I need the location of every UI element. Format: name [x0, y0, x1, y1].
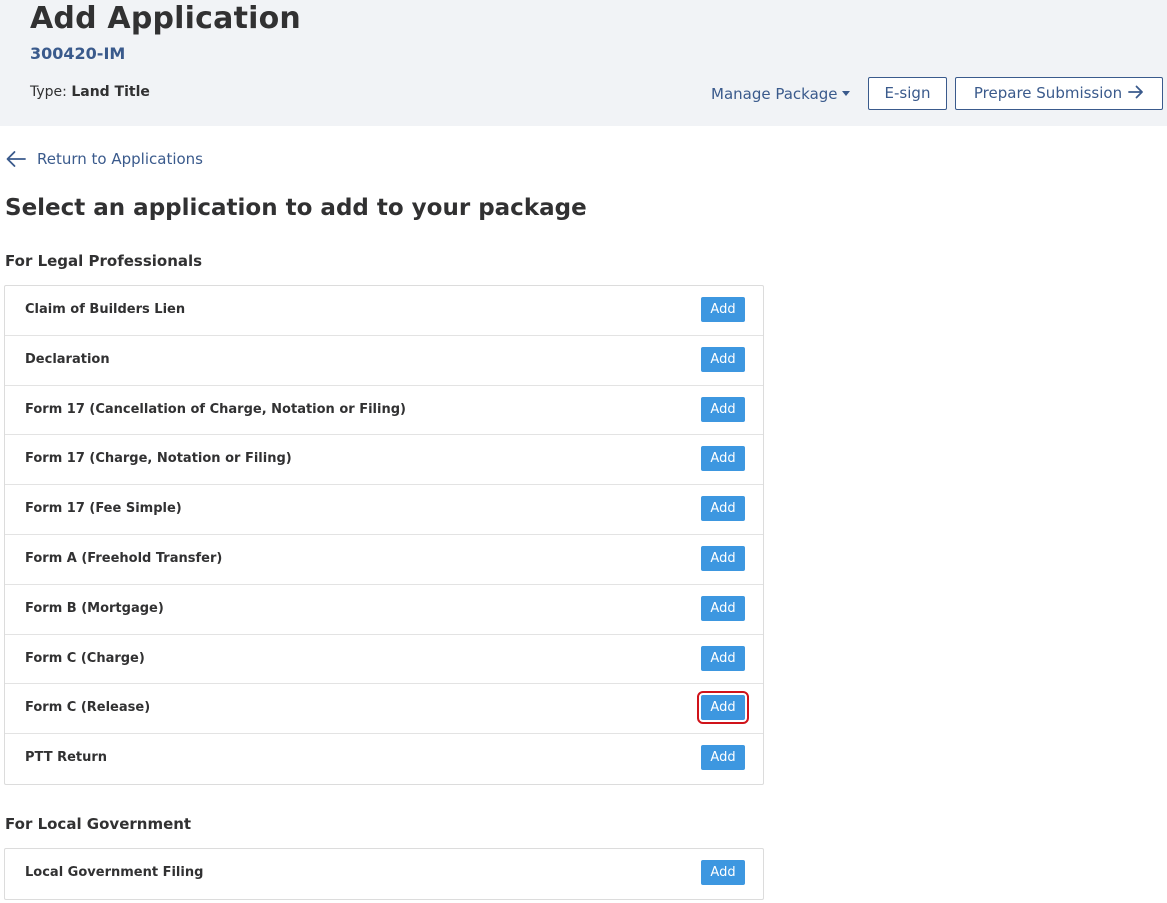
list-item: Declaration Add — [5, 336, 763, 386]
prepare-submission-label: Prepare Submission — [973, 84, 1123, 102]
application-name: Form 17 (Charge, Notation or Filing) — [25, 451, 292, 467]
add-button[interactable]: Add — [701, 496, 745, 522]
add-button[interactable]: Add — [701, 446, 745, 472]
list-item: Form 17 (Charge, Notation or Filing) Add — [5, 435, 763, 486]
list-item: PTT Return Add — [5, 734, 763, 784]
group-title-local-government: For Local Government — [5, 815, 192, 833]
page-title: Add Application — [30, 1, 301, 36]
caret-down-icon — [841, 91, 850, 96]
application-name: PTT Return — [25, 750, 108, 766]
list-item: Form C (Release) Add — [5, 684, 763, 735]
application-name: Form C (Charge) — [25, 650, 145, 666]
add-button-form-c-release[interactable]: Add — [697, 691, 749, 725]
application-name: Declaration — [25, 351, 110, 367]
application-name: Claim of Builders Lien — [25, 302, 186, 317]
add-button[interactable]: Add — [701, 860, 745, 885]
list-item: Form 17 (Cancellation of Charge, Notatio… — [5, 386, 763, 436]
arrow-left-icon — [6, 151, 26, 167]
add-button[interactable]: Add — [701, 346, 745, 372]
list-item: Form A (Freehold Transfer) Add — [5, 535, 763, 585]
add-button[interactable]: Add — [701, 396, 745, 422]
list-item: Claim of Builders Lien Add — [5, 286, 763, 336]
type-value: Land Title — [71, 84, 150, 100]
return-label: Return to Applications — [37, 150, 203, 168]
legal-professionals-list: Claim of Builders Lien Add Declaration A… — [4, 285, 764, 785]
prepare-submission-button[interactable]: Prepare Submission — [955, 77, 1163, 110]
add-button[interactable]: Add — [701, 645, 745, 671]
esign-button[interactable]: E-sign — [868, 77, 947, 110]
application-type: Type: Land Title — [30, 82, 150, 102]
add-button[interactable]: Add — [701, 745, 745, 771]
application-name: Form 17 (Fee Simple) — [25, 501, 182, 517]
application-name: Form B (Mortgage) — [25, 600, 164, 616]
type-label: Type: — [30, 84, 67, 100]
application-name: Form C (Release) — [25, 700, 151, 716]
application-name: Local Government Filing — [25, 865, 204, 880]
application-name: Form A (Freehold Transfer) — [25, 550, 223, 566]
application-id: 300420-IM — [30, 44, 126, 63]
section-heading: Select an application to add to your pac… — [5, 195, 587, 221]
list-item: Form 17 (Fee Simple) Add — [5, 485, 763, 535]
esign-label: E-sign — [884, 84, 931, 102]
local-government-list: Local Government Filing Add — [4, 848, 764, 900]
add-button[interactable]: Add — [701, 595, 745, 621]
list-item: Form C (Charge) Add — [5, 635, 763, 685]
arrow-right-icon — [1128, 85, 1144, 99]
manage-package-label: Manage Package — [711, 85, 838, 103]
page-header: Add Application 300420-IM Type: Land Tit… — [0, 0, 1167, 126]
list-item: Form B (Mortgage) Add — [5, 585, 763, 635]
group-title-legal-professionals: For Legal Professionals — [5, 252, 203, 270]
application-name: Form 17 (Cancellation of Charge, Notatio… — [25, 401, 406, 417]
list-item: Local Government Filing Add — [5, 849, 763, 899]
add-button[interactable]: Add — [701, 297, 745, 322]
add-button[interactable]: Add — [701, 545, 745, 571]
manage-package-dropdown[interactable]: Manage Package — [711, 83, 850, 105]
